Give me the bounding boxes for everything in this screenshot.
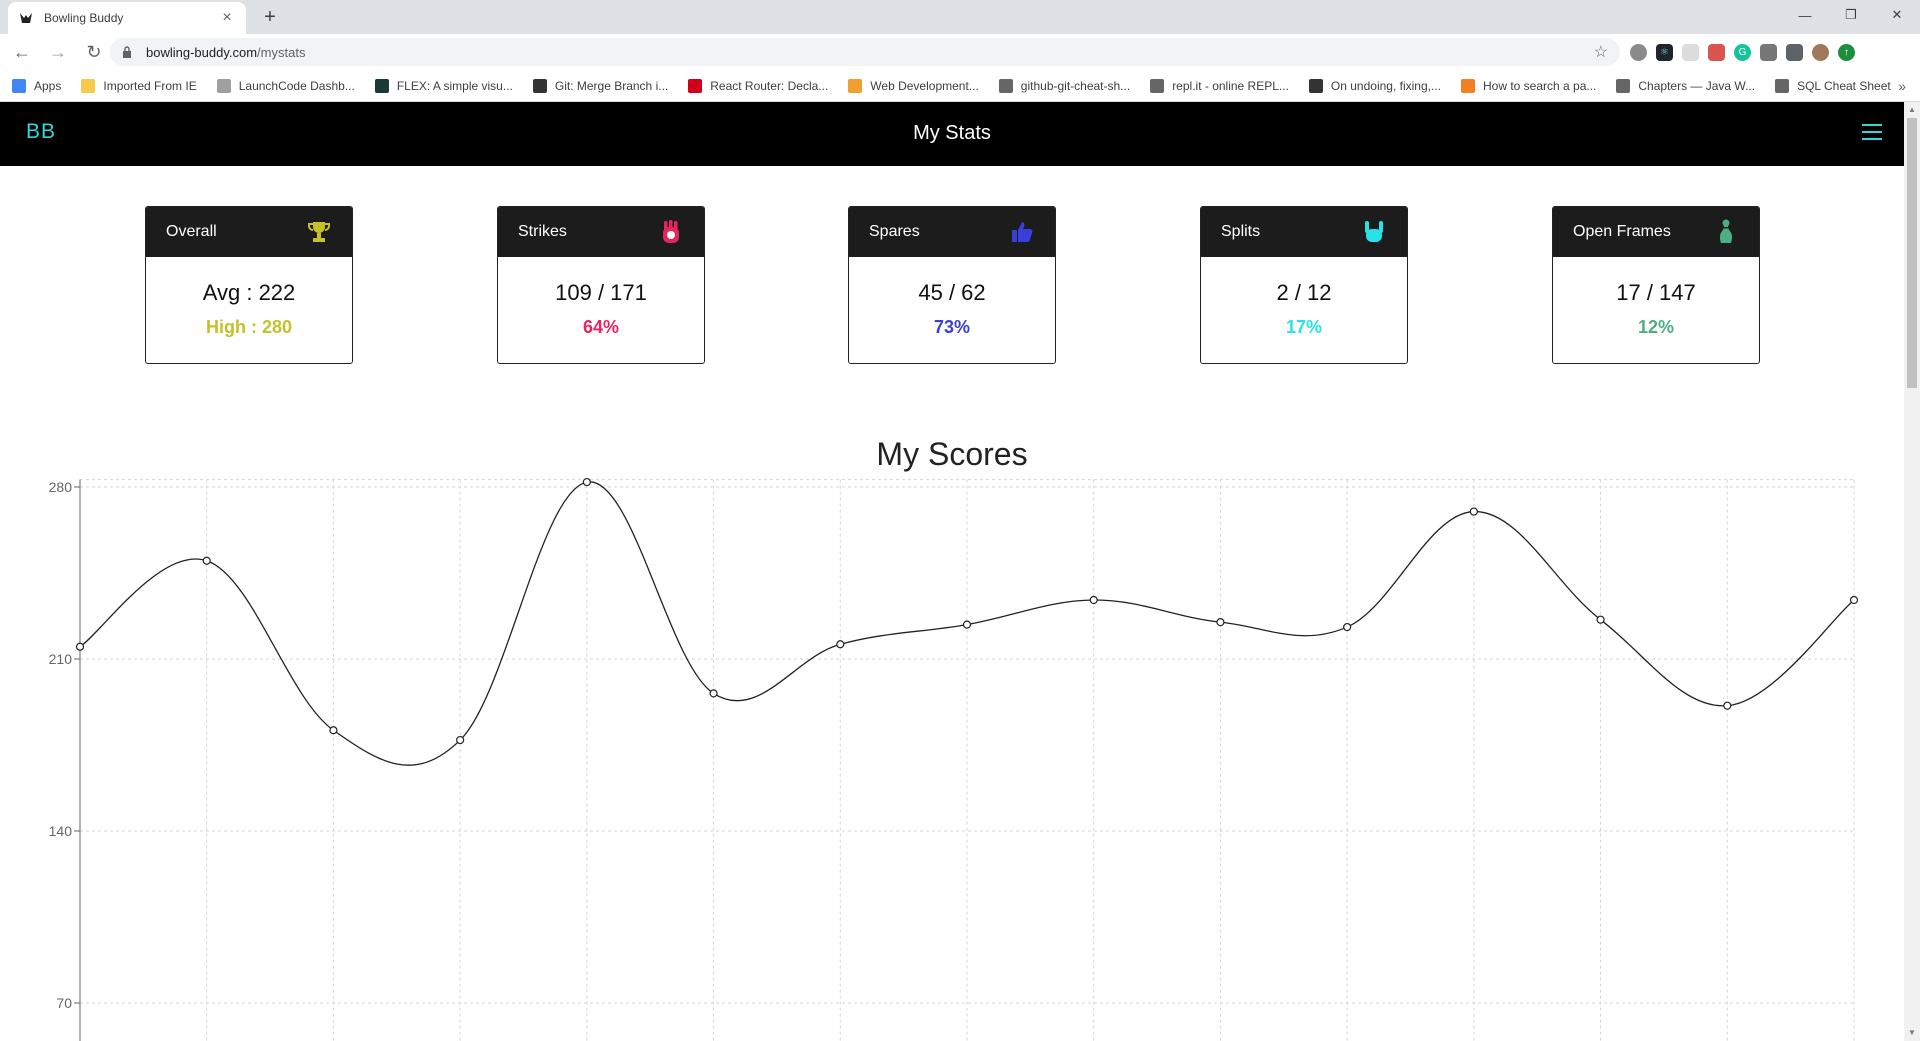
bookmark-favicon [998,78,1013,93]
more-bookmarks-icon[interactable]: » [1898,78,1906,94]
puzzle-icon[interactable] [1786,43,1803,61]
bookmark-item[interactable]: repl.it - online REPL... [1150,78,1289,93]
close-tab-icon[interactable]: × [218,9,236,27]
window-controls: — ❐ ✕ [1782,0,1920,30]
score-point [962,620,972,629]
y-tick-label: 70 [56,995,72,1011]
bookmark-favicon [216,78,231,93]
bookmark-label: SQL Cheat Sheet [1797,78,1891,93]
back-icon[interactable]: ← [8,38,36,66]
browser-tab[interactable]: Bowling Buddy × [8,2,246,34]
scroll-down-arrow[interactable]: ▼ [1904,1025,1920,1041]
tab-title: Bowling Buddy [44,11,124,25]
extension-icon[interactable] [1682,43,1699,61]
score-point [75,642,85,651]
bookmark-favicon [1150,78,1165,93]
bookmark-favicon [1616,78,1631,93]
update-icon[interactable]: ↑ [1838,43,1855,61]
score-point [456,735,465,745]
bookmark-favicon [1775,78,1790,93]
bowling-buddy-favicon [18,10,34,26]
bookmark-favicon [1308,78,1323,93]
bookmark-label: FLEX: A simple visu... [396,78,513,93]
bookmark-item[interactable]: github-git-cheat-sh... [998,78,1131,93]
score-point [202,556,211,565]
y-tick-label: 280 [49,479,73,495]
bookmark-item[interactable]: FLEX: A simple visu... [374,78,513,93]
browser-toolbar: ← → ↻ bowling-buddy.com/mystats ☆ ⚛ G ↑ [0,34,1920,70]
bookmark-favicon [688,78,703,93]
bookmark-label: Chapters — Java W... [1638,78,1756,93]
address-bar[interactable]: bowling-buddy.com/mystats ☆ [110,38,1620,66]
score-point [582,477,591,487]
bookmark-label: repl.it - online REPL... [1172,78,1289,93]
bookmark-star-icon[interactable]: ☆ [1594,42,1608,62]
y-tick-label: 210 [49,651,73,667]
reload-icon[interactable]: ↻ [80,38,108,66]
bookmark-label: Apps [34,78,62,93]
url-host: bowling-buddy.com [146,44,258,60]
screen-capture-icon[interactable] [1708,43,1725,61]
bookmark-item[interactable]: SQL Cheat Sheet [1775,78,1891,93]
scores-line-chart: 70 140 210 280 [49,477,1859,1041]
bookmark-favicon [81,78,96,93]
extensions-area: ⚛ G ↑ [1630,40,1855,64]
lock-icon [122,45,136,59]
bookmark-favicon [374,78,389,93]
bug-extension-icon[interactable] [1630,43,1647,61]
apps-grid-icon [12,78,26,93]
bookmark-item[interactable]: Chapters — Java W... [1616,78,1756,93]
page-content: BB My Stats Overall Avg : 222 High : 280… [0,102,1904,1041]
restore-icon[interactable]: ❐ [1828,0,1874,30]
bookmark-item[interactable]: Imported From IE [81,78,197,93]
bookmark-label: github-git-cheat-sh... [1020,78,1131,93]
scroll-up-arrow[interactable]: ▲ [1904,102,1920,118]
y-tick-label: 140 [49,823,73,839]
score-point [1216,618,1225,627]
bookmark-label: Git: Merge Branch i... [554,78,669,93]
react-devtools-icon[interactable]: ⚛ [1656,43,1673,61]
bookmark-label: On undoing, fixing,... [1330,78,1441,93]
url-path: /mystats [257,44,306,60]
score-point [329,726,338,735]
bookmark-label: LaunchCode Dashb... [238,78,355,93]
score-point [1343,622,1352,632]
bookmark-favicon [532,78,547,93]
score-point [836,640,845,649]
bookmark-label: Web Development... [870,78,979,93]
page-scrollbar[interactable]: ▲ ▼ [1904,102,1920,1041]
bookmarks-bar: Apps Imported From IE LaunchCode Dashb... F… [0,70,1920,102]
minimize-icon[interactable]: — [1782,0,1828,30]
grammarly-icon[interactable]: G [1734,43,1751,61]
score-point [1469,507,1478,516]
window-close-icon[interactable]: ✕ [1874,0,1920,30]
bookmark-favicon [1460,78,1475,93]
avatar[interactable] [1812,43,1829,61]
bookmark-label: React Router: Decla... [710,78,829,93]
score-point [1089,595,1098,605]
bookmark-item[interactable]: On undoing, fixing,... [1308,78,1441,93]
browser-tab-bar: Bowling Buddy × + — ❐ ✕ [0,0,1920,34]
scrollbar-thumb[interactable] [1907,118,1917,388]
bookmark-item[interactable]: Git: Merge Branch i... [532,78,669,93]
bookmark-item[interactable]: LaunchCode Dashb... [216,78,355,93]
bookmark-label: How to search a pa... [1482,78,1597,93]
score-point [709,689,718,698]
bookmark-item[interactable]: Web Development... [848,78,979,93]
bookmark-item[interactable]: How to search a pa... [1460,78,1597,93]
pen-extension-icon[interactable] [1760,43,1777,61]
score-point [1723,701,1732,710]
url-text: bowling-buddy.com/mystats [146,45,1594,60]
bookmark-item[interactable]: React Router: Decla... [688,78,829,93]
bookmark-item[interactable]: Apps [12,78,62,93]
score-point [1596,615,1605,624]
forward-icon[interactable]: → [44,38,72,66]
bookmark-favicon [848,78,863,93]
bookmark-label: Imported From IE [103,78,197,93]
new-tab-button[interactable]: + [258,5,282,29]
score-point [1849,595,1859,605]
